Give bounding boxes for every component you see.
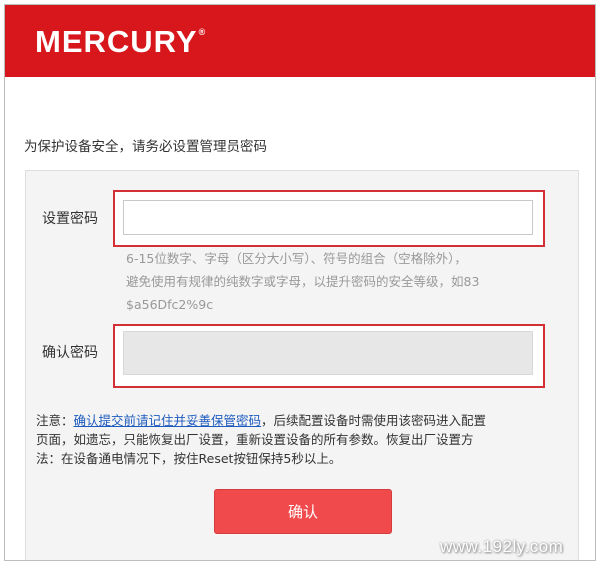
warning-note: 注意：确认提交前请记住并妥善保管密码，后续配置设备时需使用该密码进入配置 页面，… [36,411,571,468]
note-line: 法：在设备通电情况下，按住Reset按钮保持5秒以上。 [36,451,342,466]
password-hint: 6-15位数字、字母（区分大小写）、符号的组合（空格除外）， 避免使用有规律的纯… [126,247,556,316]
setup-page: MERCURY® 为保护设备安全，请务必设置管理员密码 设置密码 6-15位数字… [4,4,596,561]
password-label: 设置密码 [42,211,98,227]
password-input[interactable] [123,200,533,235]
confirm-button[interactable]: 确认 [214,489,392,534]
confirm-password-label: 确认密码 [42,345,98,361]
note-line: 注意：确认提交前请记住并妥善保管密码，后续配置设备时需使用该密码进入配置 [36,411,571,430]
password-form-panel: 设置密码 6-15位数字、字母（区分大小写）、符号的组合（空格除外）， 避免使用… [25,170,579,560]
note-prefix: 注意： [36,413,74,428]
note-text: ，后续配置设备时需使用该密码进入配置 [261,413,487,428]
mercury-logo: MERCURY® [35,22,206,62]
confirm-password-input[interactable] [123,331,533,375]
hint-line: 避免使用有规律的纯数字或字母，以提升密码的安全等级，如83 [126,274,480,289]
brand-header: MERCURY® [5,5,595,77]
hint-line: 6-15位数字、字母（区分大小写）、符号的组合（空格除外）， [126,251,467,266]
registered-mark: ® [198,27,207,37]
note-line: 页面，如遗忘，只能恢复出厂设置，重新设置设备的所有参数。恢复出厂设置方 [36,432,474,447]
logo-text: MERCURY [35,24,198,59]
page-instruction: 为保护设备安全，请务必设置管理员密码 [24,139,267,155]
watermark: www.192ly.com [440,537,564,556]
remember-password-link[interactable]: 确认提交前请记住并妥善保管密码 [74,413,262,428]
hint-line: $a56Dfc2%9c [126,297,214,312]
